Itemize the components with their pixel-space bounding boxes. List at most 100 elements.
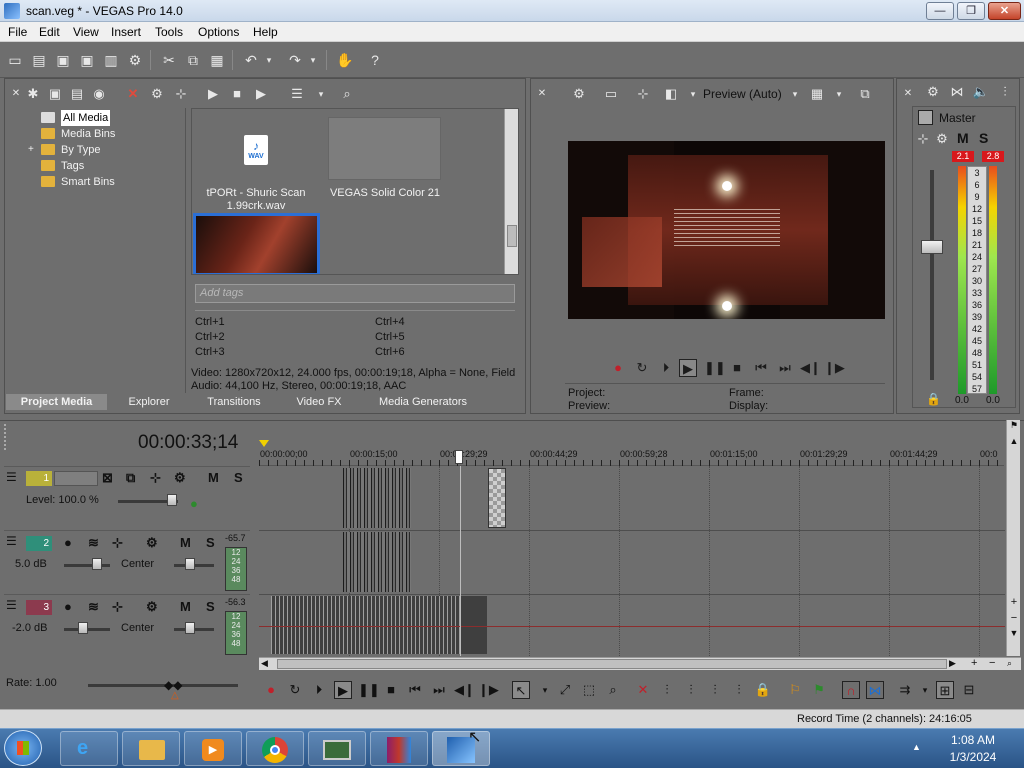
preview-properties-gear-icon[interactable]: ⚙: [570, 86, 588, 102]
properties-gear-icon[interactable]: ⚙: [126, 51, 144, 69]
playhead-cursor[interactable]: [460, 466, 461, 656]
menu-file[interactable]: File: [8, 25, 27, 39]
loop-playback-button[interactable]: ↻: [286, 681, 304, 699]
copy-snapshot-icon[interactable]: ⧉: [856, 86, 874, 102]
selected-video-thumbnail[interactable]: [193, 213, 320, 274]
track-number[interactable]: 2: [26, 536, 52, 551]
preview-play-button[interactable]: ▶: [679, 359, 697, 377]
menu-view[interactable]: View: [73, 25, 99, 39]
track-mute-button[interactable]: M: [180, 535, 191, 551]
copy-icon[interactable]: ⧉: [184, 51, 202, 69]
video-event-strobe[interactable]: [343, 468, 411, 528]
split-icon[interactable]: ⫶: [730, 681, 748, 699]
minimize-button[interactable]: —: [926, 2, 954, 20]
external-monitor-icon[interactable]: ▭: [602, 86, 620, 102]
undo-icon[interactable]: ↶: [242, 51, 260, 69]
taskbar-chrome[interactable]: [246, 731, 304, 766]
close-master-icon[interactable]: ✕: [899, 86, 917, 102]
maximize-button[interactable]: ❐: [957, 2, 985, 20]
record-button[interactable]: ●: [262, 681, 280, 699]
media-fx-gear-icon[interactable]: ⚙: [148, 86, 166, 102]
play-button[interactable]: ▶: [334, 681, 352, 699]
tab-media-generators[interactable]: Media Generators: [362, 394, 484, 410]
track-number[interactable]: 3: [26, 600, 52, 615]
track-level-knob[interactable]: [167, 494, 177, 506]
track-collapse-icon[interactable]: ☰: [6, 598, 17, 612]
go-to-start-button[interactable]: ⏮: [406, 681, 424, 699]
video-fx-icon[interactable]: ⊹: [634, 86, 652, 102]
clock-time[interactable]: 1:08 AM: [938, 733, 1008, 747]
track-volume-knob[interactable]: [78, 622, 88, 634]
track-gear-icon[interactable]: ⚙: [174, 470, 186, 486]
lock-event-icon[interactable]: 🔒: [754, 681, 772, 699]
previous-frame-icon[interactable]: ◀❙: [800, 359, 821, 377]
master-solo-button[interactable]: S: [979, 130, 988, 146]
track-header-audio-2[interactable]: ☰ 2 ● ≋ ⊹ ⚙ M S 5.0 dB Center -65.7 12 2…: [4, 530, 250, 594]
menu-tools[interactable]: Tools: [155, 25, 183, 39]
master-fader-knob[interactable]: [921, 240, 943, 254]
menu-edit[interactable]: Edit: [39, 25, 60, 39]
master-lock-icon[interactable]: 🔒: [926, 392, 941, 406]
tag-shortcut-6[interactable]: Ctrl+6: [375, 346, 405, 358]
track-composite-mode-icon[interactable]: ●: [190, 496, 198, 512]
audio-event-track-3[interactable]: [271, 596, 487, 654]
edit-tool-dropdown-icon[interactable]: ▾: [536, 681, 554, 699]
open-icon[interactable]: ▤: [30, 51, 48, 69]
track-envelope-icon[interactable]: ≋: [88, 535, 99, 551]
track-number[interactable]: 1: [26, 471, 52, 486]
track-fx-icon[interactable]: ⊹: [112, 599, 123, 615]
auto-crossfade-icon[interactable]: ⋈: [866, 681, 884, 699]
solid-color-event[interactable]: [488, 468, 506, 528]
trim-icon[interactable]: ⫶: [658, 681, 676, 699]
go-to-start-icon[interactable]: ⏮: [752, 359, 770, 377]
track-fx-icon[interactable]: ⊹: [112, 535, 123, 551]
tag-shortcut-4[interactable]: Ctrl+4: [375, 316, 405, 328]
track-compositing-icon[interactable]: ⧉: [126, 470, 135, 486]
master-mute-button[interactable]: M: [957, 130, 969, 146]
timeline-horizontal-scrollbar[interactable]: ◀ ▶ + − ⌕: [259, 657, 1021, 670]
lock-faders-icon[interactable]: ⫶: [996, 84, 1014, 100]
taskbar-file-explorer[interactable]: [122, 731, 180, 766]
split-dropdown-icon[interactable]: ▾: [684, 86, 702, 102]
master-peak-left[interactable]: 2.1: [952, 151, 974, 162]
auto-ripple-icon[interactable]: ⇉: [896, 681, 914, 699]
media-item-wav-name[interactable]: tPORt - Shuric Scan 1.99crk.wav: [198, 187, 314, 213]
rate-reset-icon[interactable]: △: [171, 690, 179, 701]
delete-icon[interactable]: ✕: [124, 86, 142, 102]
delete-event-icon[interactable]: ✕: [634, 681, 652, 699]
stop-preview-icon[interactable]: ■: [228, 86, 246, 102]
downmix-icon[interactable]: ⋈: [948, 84, 966, 100]
menu-help[interactable]: Help: [253, 25, 278, 39]
trim-end-icon[interactable]: ⫶: [706, 681, 724, 699]
views-icon[interactable]: ☰: [288, 86, 306, 102]
lock-envelopes-icon[interactable]: ⊞: [936, 681, 954, 699]
timeline-ruler[interactable]: 00:00:00;00 00:00:15;00 00:00:29;29 00:0…: [259, 448, 1004, 466]
tab-transitions[interactable]: Transitions: [191, 394, 277, 410]
show-hidden-icons[interactable]: ▲: [912, 742, 921, 752]
track-solo-button[interactable]: S: [206, 535, 215, 551]
track-solo-button[interactable]: S: [206, 599, 215, 615]
add-tags-input[interactable]: Add tags: [195, 284, 515, 303]
arm-record-icon[interactable]: ●: [64, 535, 72, 551]
redo-dropdown-icon[interactable]: ▾: [308, 51, 318, 69]
pause-button[interactable]: ❚❚: [358, 681, 380, 699]
overlays-dropdown-icon[interactable]: ▾: [830, 86, 848, 102]
redo-icon[interactable]: ↷: [286, 51, 304, 69]
tag-shortcut-1[interactable]: Ctrl+1: [195, 316, 225, 328]
tag-shortcut-5[interactable]: Ctrl+5: [375, 331, 405, 343]
insert-marker-icon[interactable]: ⚐: [786, 681, 804, 699]
track-mute-button[interactable]: M: [180, 599, 191, 615]
track-pan-knob[interactable]: [185, 558, 195, 570]
paste-icon[interactable]: ▦: [208, 51, 226, 69]
clock-date[interactable]: 1/3/2024: [938, 750, 1008, 764]
solid-color-thumbnail[interactable]: [328, 117, 441, 180]
taskbar-system-app[interactable]: [308, 731, 366, 766]
track-fx-icon[interactable]: ⊹: [150, 470, 161, 486]
zoom-edit-tool-icon[interactable]: ⌕: [604, 681, 622, 699]
master-peak-right[interactable]: 2.8: [982, 151, 1004, 162]
hand-tool-icon[interactable]: ✋: [336, 51, 354, 69]
render-icon[interactable]: ▥: [102, 51, 120, 69]
overlays-grid-icon[interactable]: ▦: [808, 86, 826, 102]
track-collapse-icon[interactable]: ☰: [6, 534, 17, 548]
track-pan-knob[interactable]: [185, 622, 195, 634]
